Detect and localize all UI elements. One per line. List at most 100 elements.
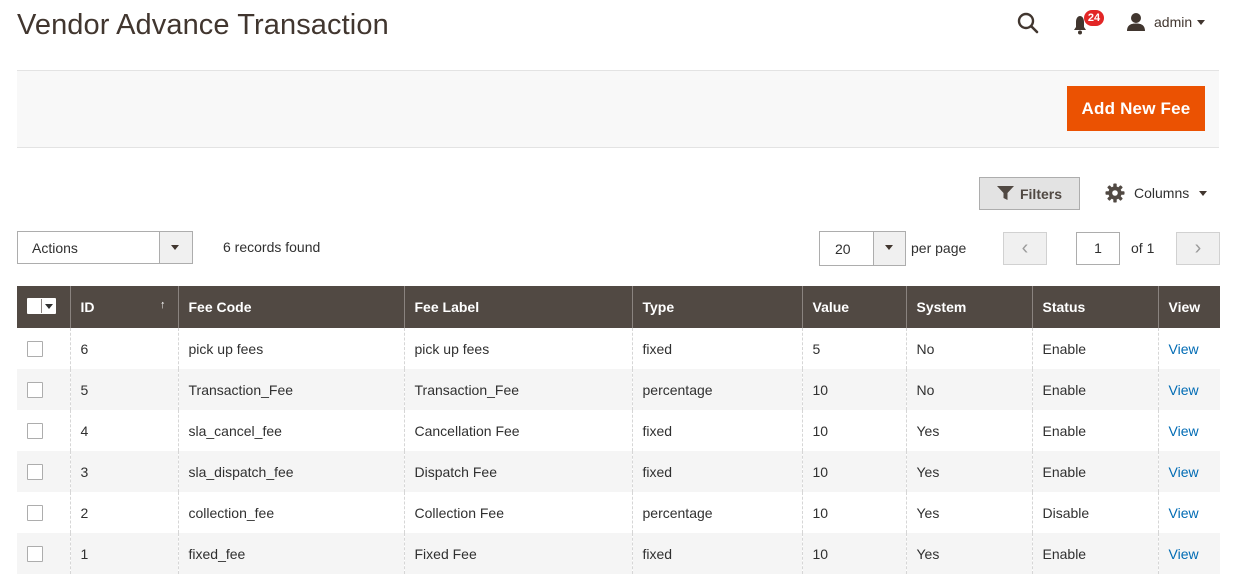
per-page-dropdown-toggle[interactable] bbox=[873, 232, 905, 265]
cell-system: No bbox=[905, 328, 1032, 369]
columns-label: Columns bbox=[1134, 185, 1190, 201]
chevron-down-icon bbox=[42, 299, 56, 313]
select-all-header[interactable] bbox=[17, 286, 70, 328]
table-row: 2 collection_fee Collection Fee percenta… bbox=[17, 492, 1220, 533]
user-icon[interactable] bbox=[1126, 12, 1146, 32]
cell-fee-label: Transaction_Fee bbox=[403, 369, 632, 410]
column-header-view[interactable]: View bbox=[1157, 286, 1220, 328]
cell-value: 10 bbox=[801, 533, 906, 574]
total-pages-label: of 1 bbox=[1131, 240, 1155, 256]
cell-value: 5 bbox=[801, 328, 906, 369]
mass-actions-select[interactable]: Actions bbox=[17, 231, 193, 264]
table-row: 1 fixed_fee Fixed Fee fixed 10 Yes Enabl… bbox=[17, 533, 1220, 574]
records-found: 6 records found bbox=[223, 239, 321, 255]
filters-label: Filters bbox=[1019, 185, 1062, 202]
per-page-value: 20 bbox=[835, 241, 851, 257]
grid-header-row: ID ↑ Fee Code Fee Label Type Value System… bbox=[17, 286, 1220, 328]
row-checkbox[interactable] bbox=[27, 341, 43, 358]
previous-page-button[interactable]: ‹ bbox=[1003, 232, 1047, 265]
actions-dropdown-toggle[interactable] bbox=[159, 232, 192, 263]
column-header-status[interactable]: Status bbox=[1031, 286, 1158, 328]
cell-id: 1 bbox=[69, 533, 178, 574]
row-checkbox[interactable] bbox=[27, 505, 43, 522]
cell-fee-code: sla_cancel_fee bbox=[177, 410, 404, 451]
filters-button[interactable]: Filters bbox=[979, 177, 1080, 210]
view-link[interactable]: View bbox=[1169, 423, 1199, 439]
cell-fee-code: Transaction_Fee bbox=[177, 369, 404, 410]
column-header-fee-label[interactable]: Fee Label bbox=[403, 286, 632, 328]
cell-value: 10 bbox=[801, 451, 906, 492]
cell-fee-code: fixed_fee bbox=[177, 533, 404, 574]
row-checkbox[interactable] bbox=[27, 546, 43, 563]
column-header-value[interactable]: Value bbox=[801, 286, 906, 328]
row-checkbox[interactable] bbox=[27, 464, 43, 481]
cell-system: Yes bbox=[905, 533, 1032, 574]
columns-chevron-down-icon bbox=[1199, 190, 1208, 196]
table-row: 5 Transaction_Fee Transaction_Fee percen… bbox=[17, 369, 1220, 410]
column-header-id[interactable]: ID ↑ bbox=[69, 286, 178, 328]
current-page-input[interactable]: 1 bbox=[1076, 232, 1120, 265]
page-actions-bar bbox=[17, 70, 1219, 148]
chevron-left-icon: ‹ bbox=[1021, 237, 1029, 259]
cell-status: Enable bbox=[1031, 533, 1158, 574]
row-checkbox[interactable] bbox=[27, 382, 43, 399]
page-title: Vendor Advance Transaction bbox=[17, 9, 389, 41]
per-page-label: per page bbox=[911, 240, 967, 256]
cell-system: Yes bbox=[905, 492, 1032, 533]
cell-type: fixed bbox=[631, 410, 802, 451]
table-row: 4 sla_cancel_fee Cancellation Fee fixed … bbox=[17, 410, 1220, 451]
cell-fee-code: pick up fees bbox=[177, 328, 404, 369]
cell-id: 4 bbox=[69, 410, 178, 451]
gear-icon bbox=[1105, 183, 1125, 203]
cell-fee-label: pick up fees bbox=[403, 328, 632, 369]
column-header-system[interactable]: System bbox=[905, 286, 1032, 328]
column-header-fee-code[interactable]: Fee Code bbox=[177, 286, 404, 328]
add-new-fee-button[interactable]: Add New Fee bbox=[1067, 86, 1205, 131]
cell-status: Disable bbox=[1031, 492, 1158, 533]
cell-system: Yes bbox=[905, 410, 1032, 451]
cell-id: 3 bbox=[69, 451, 178, 492]
chevron-right-icon: › bbox=[1194, 237, 1202, 259]
cell-type: fixed bbox=[631, 451, 802, 492]
cell-system: No bbox=[905, 369, 1032, 410]
cell-status: Enable bbox=[1031, 328, 1158, 369]
cell-value: 10 bbox=[801, 410, 906, 451]
cell-value: 10 bbox=[801, 369, 906, 410]
actions-label: Actions bbox=[32, 240, 78, 256]
view-link[interactable]: View bbox=[1169, 505, 1199, 521]
next-page-button[interactable]: › bbox=[1176, 232, 1220, 265]
cell-id: 6 bbox=[69, 328, 178, 369]
cell-id: 2 bbox=[69, 492, 178, 533]
view-link[interactable]: View bbox=[1169, 382, 1199, 398]
cell-fee-code: sla_dispatch_fee bbox=[177, 451, 404, 492]
view-link[interactable]: View bbox=[1169, 464, 1199, 480]
row-checkbox[interactable] bbox=[27, 423, 43, 440]
cell-status: Enable bbox=[1031, 451, 1158, 492]
select-all-checkbox[interactable] bbox=[27, 298, 56, 314]
chevron-down-icon bbox=[885, 245, 893, 250]
view-link[interactable]: View bbox=[1169, 341, 1199, 357]
cell-fee-label: Dispatch Fee bbox=[403, 451, 632, 492]
cell-type: percentage bbox=[631, 369, 802, 410]
per-page-select[interactable]: 20 bbox=[819, 231, 906, 266]
columns-control[interactable]: Columns bbox=[1105, 183, 1208, 203]
filter-icon bbox=[996, 186, 1014, 200]
search-icon[interactable] bbox=[1016, 11, 1040, 35]
cell-id: 5 bbox=[69, 369, 178, 410]
chevron-down-icon bbox=[171, 245, 179, 250]
cell-fee-label: Fixed Fee bbox=[403, 533, 632, 574]
table-row: 3 sla_dispatch_fee Dispatch Fee fixed 10… bbox=[17, 451, 1220, 492]
cell-value: 10 bbox=[801, 492, 906, 533]
sort-arrow-icon: ↑ bbox=[160, 299, 166, 311]
cell-status: Enable bbox=[1031, 410, 1158, 451]
cell-type: fixed bbox=[631, 328, 802, 369]
cell-fee-label: Cancellation Fee bbox=[403, 410, 632, 451]
view-link[interactable]: View bbox=[1169, 546, 1199, 562]
user-name[interactable]: admin bbox=[1154, 14, 1192, 30]
cell-type: fixed bbox=[631, 533, 802, 574]
cell-system: Yes bbox=[905, 451, 1032, 492]
cell-type: percentage bbox=[631, 492, 802, 533]
notification-badge[interactable]: 24 bbox=[1084, 10, 1104, 26]
user-menu-chevron-icon[interactable] bbox=[1197, 20, 1205, 25]
column-header-type[interactable]: Type bbox=[631, 286, 802, 328]
